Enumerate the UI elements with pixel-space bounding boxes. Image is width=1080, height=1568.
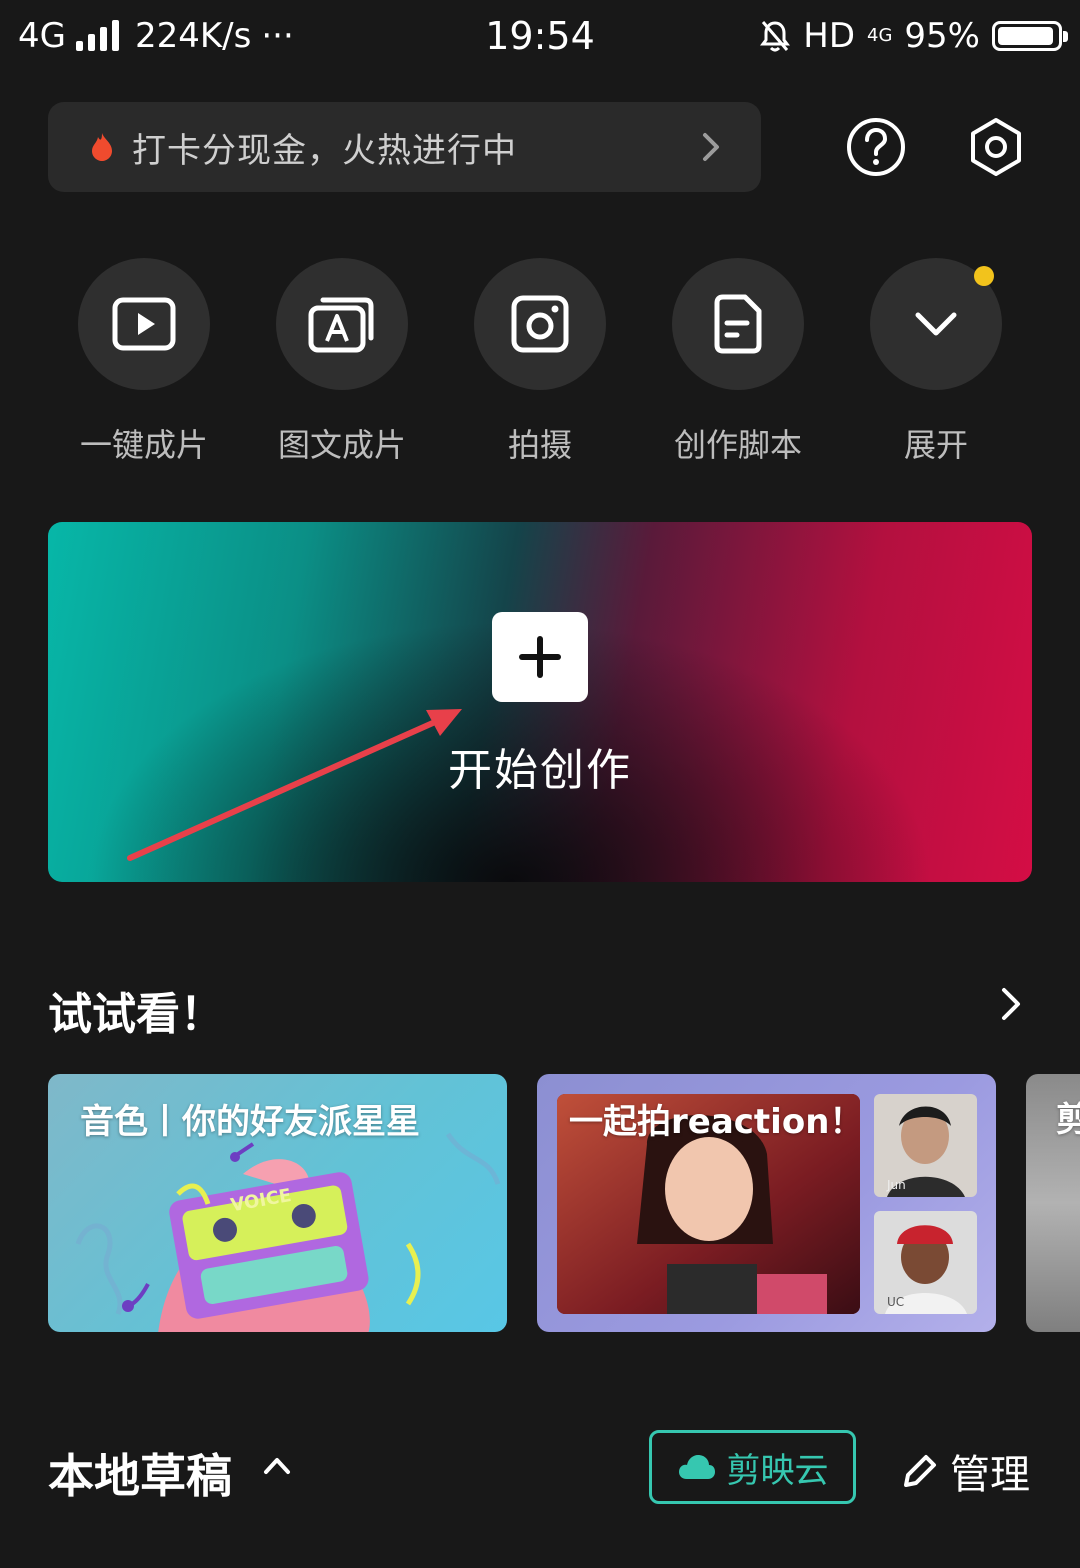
card-title: 一起拍reaction！: [569, 1102, 864, 1142]
template-card-reaction[interactable]: Jun UC 一起拍reaction！: [537, 1074, 996, 1332]
hd-label: HD: [803, 16, 856, 56]
manage-label: 管理: [950, 1452, 1030, 1498]
start-creating-label: 开始创作: [448, 745, 632, 796]
card-title: 音色丨你的好友派星星: [80, 1102, 420, 1142]
camera-icon: [511, 295, 569, 353]
battery-icon: [992, 21, 1068, 51]
shortcut-script[interactable]: 创作脚本: [672, 258, 804, 466]
status-right: HD 4G 95%: [759, 16, 1068, 56]
edit-pencil-icon: [904, 1455, 936, 1487]
small-network-label: 4G: [867, 25, 893, 46]
manage-button[interactable]: 管理: [900, 1442, 1030, 1500]
cloud-icon: [678, 1455, 715, 1479]
card-title: 剪: [1056, 1100, 1080, 1140]
shortcut-expand[interactable]: 展开: [870, 258, 1002, 466]
notification-dot: [974, 266, 994, 286]
shortcut-one-click[interactable]: 一键成片: [78, 258, 210, 466]
shortcut-label: 展开: [903, 426, 968, 464]
cloud-label: 剪映云: [726, 1450, 829, 1491]
shortcut-circle: [474, 258, 606, 390]
shortcut-camera[interactable]: 拍摄: [474, 258, 606, 466]
template-card-partial[interactable]: 剪: [1026, 1074, 1080, 1332]
chevron-right-icon[interactable]: [996, 984, 1026, 1024]
status-bar: 4G 224K/s ··· 19:54 HD 4G 95%: [0, 0, 1080, 76]
shortcut-circle: [276, 258, 408, 390]
shortcut-label: 图文成片: [277, 426, 406, 464]
shortcut-circle: [870, 258, 1002, 390]
start-creating-card[interactable]: 开始创作: [48, 522, 1032, 882]
script-doc-icon: [714, 294, 762, 354]
shortcut-circle: [78, 258, 210, 390]
fire-icon: [92, 133, 112, 161]
plus-icon: [519, 636, 561, 678]
shortcut-label: 一键成片: [79, 426, 208, 464]
help-icon[interactable]: [845, 116, 907, 178]
try-section-title: 试试看！: [48, 989, 224, 1040]
local-drafts-title[interactable]: 本地草稿: [48, 1440, 232, 1506]
template-card-voice[interactable]: VOICE 音色丨你的好友派星星: [48, 1074, 507, 1332]
red-arrow-annotation: [127, 709, 462, 861]
chevron-right-icon: [703, 133, 719, 161]
reactor-name-2: UC: [887, 1295, 904, 1309]
play-video-icon: [112, 297, 176, 351]
cloud-button[interactable]: 剪映云: [649, 1430, 856, 1504]
battery-percent: 95%: [904, 16, 980, 56]
chevron-up-icon[interactable]: [262, 1452, 292, 1478]
promo-banner[interactable]: 打卡分现金，火热进行中: [48, 102, 761, 192]
promo-text: 打卡分现金，火热进行中: [132, 130, 517, 171]
reactor-name-1: Jun: [886, 1178, 906, 1192]
chevron-down-icon: [915, 312, 957, 336]
shortcut-label: 创作脚本: [673, 426, 802, 464]
text-to-video-icon: [308, 297, 374, 353]
add-project-button[interactable]: [492, 612, 588, 702]
settings-icon[interactable]: [965, 116, 1027, 178]
shortcut-circle: [672, 258, 804, 390]
mute-bell-icon: [760, 21, 791, 52]
shortcut-label: 拍摄: [507, 426, 572, 464]
shortcut-text-to-video[interactable]: 图文成片: [276, 258, 408, 466]
